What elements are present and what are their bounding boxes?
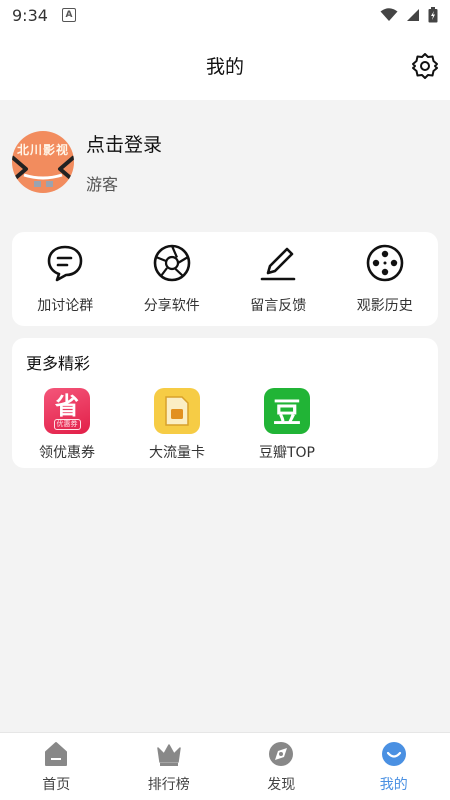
more-section-card: 更多精彩 省 优惠券 领优惠券 大流量卡 豆 豆瓣TOP [12, 338, 438, 468]
nav-home-label: 首页 [42, 776, 71, 793]
status-time: 9:34 [12, 5, 48, 25]
coupon-app-icon: 省 优惠券 [44, 388, 90, 434]
watch-history-button[interactable]: 观影历史 [332, 232, 439, 326]
profile-info: 点击登录 游客 [86, 130, 162, 195]
coupon-app-item[interactable]: 省 优惠券 领优惠券 [12, 388, 122, 462]
coupon-icon-char: 省 [55, 391, 79, 420]
douban-top-app-item[interactable]: 豆 豆瓣TOP [232, 388, 342, 462]
more-section-title: 更多精彩 [26, 354, 91, 373]
signal-icon [407, 9, 419, 21]
nav-rankings-label: 排行榜 [147, 776, 190, 793]
nav-profile[interactable]: 我的 [338, 733, 450, 800]
pencil-icon [260, 247, 296, 281]
douban-top-app-icon: 豆 [264, 388, 310, 434]
watch-history-label: 观影历史 [356, 298, 413, 314]
coupon-icon-sub: 优惠券 [53, 418, 81, 430]
douban-top-app-label: 豆瓣TOP [258, 445, 315, 461]
data-card-app-label: 大流量卡 [149, 445, 205, 461]
status-icons [380, 7, 438, 23]
page-title: 我的 [205, 55, 244, 78]
header: 我的 [0, 30, 450, 100]
gear-icon [412, 53, 438, 79]
aperture-icon [153, 244, 191, 282]
cat-face-icon [12, 155, 74, 187]
status-bar: 9:34 A [0, 0, 450, 30]
data-card-app-icon [154, 388, 200, 434]
share-app-button[interactable]: 分享软件 [119, 232, 226, 326]
nav-profile-label: 我的 [379, 776, 408, 793]
feedback-label: 留言反馈 [250, 298, 307, 314]
film-reel-icon [366, 244, 404, 282]
crown-icon [157, 743, 181, 766]
profile-section[interactable]: 北川影视 点击登录 游客 [12, 122, 438, 202]
bottom-nav: 首页 排行榜 发现 我的 [0, 732, 450, 800]
data-card-app-item[interactable]: 大流量卡 [122, 388, 232, 462]
share-app-label: 分享软件 [143, 298, 200, 314]
quick-actions-card: 加讨论群 分享软件 留言反馈 观影历史 [12, 232, 438, 326]
wifi-icon [380, 8, 398, 21]
settings-button[interactable] [410, 51, 440, 81]
home-icon [45, 741, 68, 766]
feedback-button[interactable]: 留言反馈 [225, 232, 332, 326]
nav-discover-label: 发现 [267, 776, 296, 793]
avatar[interactable]: 北川影视 [12, 131, 74, 193]
battery-icon [428, 7, 438, 23]
sim-card-icon [165, 396, 189, 426]
chat-icon [47, 245, 83, 282]
douban-icon-char: 豆 [272, 396, 301, 429]
profile-smile-icon [381, 741, 406, 766]
notification-icon: A [61, 8, 76, 22]
nav-discover[interactable]: 发现 [225, 733, 338, 800]
guest-label: 游客 [86, 174, 119, 194]
join-group-button[interactable]: 加讨论群 [12, 232, 119, 326]
nav-home[interactable]: 首页 [0, 733, 113, 800]
join-group-label: 加讨论群 [37, 298, 94, 314]
nav-rankings[interactable]: 排行榜 [113, 733, 226, 800]
compass-icon [269, 741, 294, 766]
more-apps-row: 省 优惠券 领优惠券 大流量卡 豆 豆瓣TOP [12, 388, 342, 462]
coupon-app-label: 领优惠券 [39, 445, 95, 461]
login-link[interactable]: 点击登录 [86, 130, 162, 157]
